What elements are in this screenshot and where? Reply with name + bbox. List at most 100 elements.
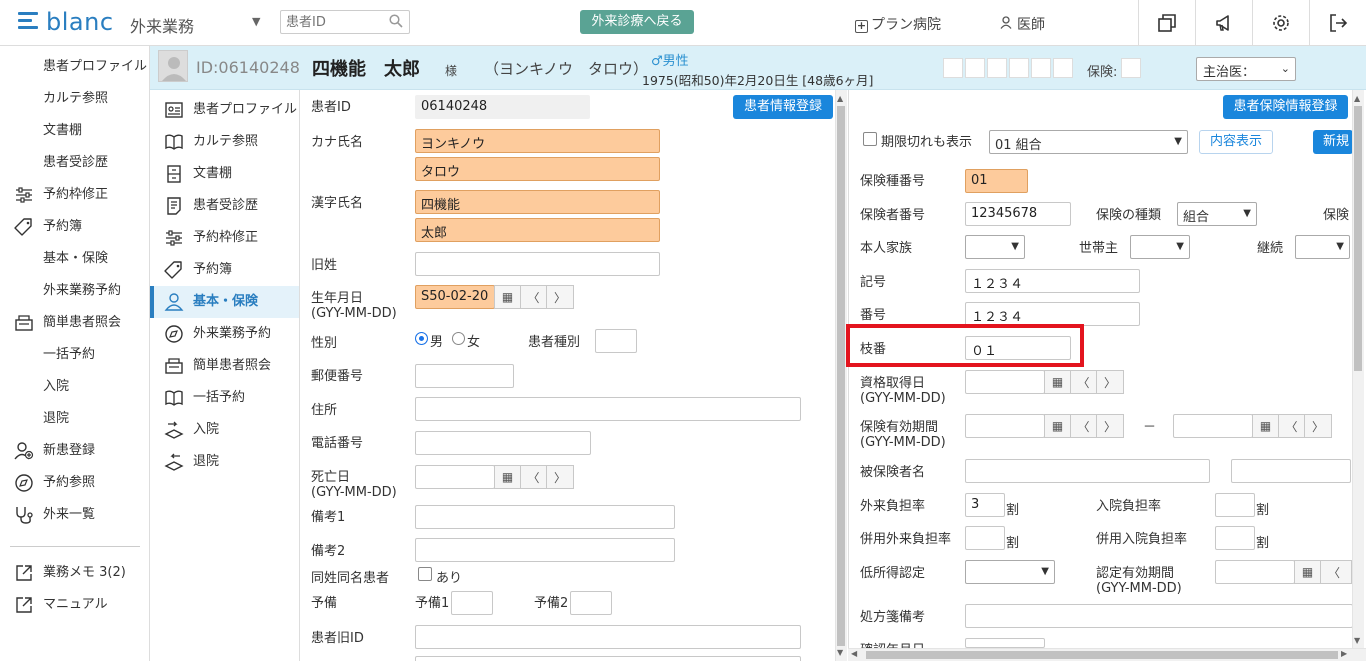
- keizoku-select[interactable]: ▼: [1295, 235, 1350, 259]
- leftnav-item-admission[interactable]: 入院: [0, 371, 149, 403]
- shohosen-field[interactable]: [965, 604, 1353, 628]
- patient-register-button[interactable]: 患者情報登録: [733, 95, 833, 119]
- search-input[interactable]: [281, 11, 381, 33]
- chevron-left-icon[interactable]: 〈: [1071, 415, 1097, 437]
- kakunin-field[interactable]: [965, 638, 1045, 648]
- chevron-right-icon[interactable]: 〉: [547, 466, 573, 488]
- form-scroll-thumb[interactable]: [837, 106, 845, 646]
- leftnav-item-outpatient-reservation[interactable]: 外来業務予約: [0, 275, 149, 307]
- setai-select[interactable]: ▼: [1130, 235, 1190, 259]
- insurance-scroll-thumb[interactable]: [1354, 106, 1362, 371]
- yuko-from-field[interactable]: [965, 414, 1045, 438]
- male-radio[interactable]: [415, 332, 428, 345]
- calendar-icon[interactable]: ▦: [1045, 415, 1071, 437]
- birth-field[interactable]: S50-02-20: [415, 285, 495, 309]
- nintei-field[interactable]: [1215, 560, 1295, 584]
- calendar-icon[interactable]: ▦: [1253, 415, 1279, 437]
- detail-button[interactable]: 内容表示: [1199, 130, 1273, 154]
- chevron-left-icon[interactable]: 〈: [1279, 415, 1305, 437]
- doctor-link[interactable]: 医師: [1000, 14, 1045, 34]
- leftnav-item-profile[interactable]: 患者プロファイル: [0, 51, 149, 83]
- yuko-to-field[interactable]: [1173, 414, 1253, 438]
- nyuin-field[interactable]: [1215, 493, 1255, 517]
- leftnav-item-visit-history[interactable]: 患者受診歴: [0, 147, 149, 179]
- kana-sei-field[interactable]: ヨンキノウ: [415, 129, 660, 153]
- teishotoku-select[interactable]: ▼: [965, 560, 1055, 584]
- mode-select[interactable]: 外来業務: [130, 13, 194, 37]
- phone-field[interactable]: [415, 431, 591, 455]
- leftnav-item-bulk-reservation[interactable]: 一括予約: [0, 339, 149, 371]
- old-id-field[interactable]: [415, 625, 801, 649]
- spare2-field[interactable]: [570, 591, 612, 615]
- scroll-up-icon[interactable]: ▲: [1354, 94, 1360, 103]
- back-to-clinic-button[interactable]: 外来診療へ戻る: [580, 10, 694, 34]
- calendar-icon[interactable]: ▦: [1295, 561, 1321, 583]
- insurance-hscroll-thumb[interactable]: [866, 651, 1338, 659]
- chevron-left-icon[interactable]: 〈: [521, 466, 547, 488]
- old-surname-field[interactable]: [415, 252, 660, 276]
- new-insurance-button[interactable]: 新規: [1313, 130, 1353, 154]
- same-name-checkbox[interactable]: [418, 567, 432, 581]
- honnin-select[interactable]: ▼: [965, 235, 1025, 259]
- hihoken-field[interactable]: [965, 459, 1210, 483]
- scroll-up-icon[interactable]: ▲: [837, 94, 843, 103]
- heiyo-gairai-field[interactable]: [965, 526, 1005, 550]
- insurance-kind-select[interactable]: 組合 ▼: [1177, 202, 1257, 226]
- subnav-label: 入院: [193, 422, 220, 437]
- scroll-left-icon[interactable]: ◀: [851, 649, 857, 658]
- expired-checkbox[interactable]: [863, 132, 877, 146]
- keizoku-label: 継続: [1257, 241, 1284, 256]
- scroll-right-icon[interactable]: ▶: [1341, 649, 1347, 658]
- kanji-mei-field[interactable]: 太郎: [415, 218, 660, 242]
- kanji-sei-field[interactable]: 四機能: [415, 190, 660, 214]
- next-field[interactable]: [415, 656, 801, 661]
- chevron-right-icon[interactable]: 〉: [547, 286, 573, 308]
- attending-doctor-select[interactable]: 主治医： ⌄: [1196, 57, 1296, 81]
- patient-search[interactable]: [280, 10, 410, 34]
- scroll-down-icon[interactable]: ▼: [837, 648, 843, 657]
- chevron-left-icon[interactable]: 〈: [1321, 561, 1347, 583]
- gear-icon[interactable]: [1252, 0, 1309, 45]
- leftnav-item-karte[interactable]: カルテ参照: [0, 83, 149, 115]
- postal-field[interactable]: [415, 364, 514, 388]
- logout-icon[interactable]: [1309, 0, 1366, 45]
- megaphone-icon[interactable]: [1195, 0, 1252, 45]
- search-icon[interactable]: [389, 14, 403, 28]
- calendar-icon[interactable]: ▦: [1045, 371, 1071, 393]
- shikaku-field[interactable]: [965, 370, 1045, 394]
- window-copy-icon[interactable]: [1138, 0, 1195, 45]
- patient-type-field[interactable]: [595, 329, 637, 353]
- postal-label: 郵便番号: [311, 369, 364, 384]
- hihoken-field-2[interactable]: [1231, 459, 1351, 483]
- note1-field[interactable]: [415, 505, 675, 529]
- leftnav-item-discharge[interactable]: 退院: [0, 403, 149, 435]
- chevron-left-icon[interactable]: 〈: [1071, 371, 1097, 393]
- chevron-right-icon[interactable]: 〉: [1097, 415, 1123, 437]
- insurer-no-field[interactable]: 12345678: [965, 202, 1071, 226]
- edaban-field[interactable]: ０１: [965, 336, 1071, 360]
- death-field[interactable]: [415, 465, 495, 489]
- calendar-icon[interactable]: ▦: [495, 286, 521, 308]
- insurance-select[interactable]: 01 組合 ▼: [989, 130, 1188, 154]
- leftnav-item-documents[interactable]: 文書棚: [0, 115, 149, 147]
- chevron-left-icon[interactable]: 〈: [521, 286, 547, 308]
- gairai-field[interactable]: 3: [965, 493, 1005, 517]
- bango-field[interactable]: １２３４: [965, 302, 1140, 326]
- kigo-field[interactable]: １２３４: [965, 269, 1140, 293]
- spare1-field[interactable]: [451, 591, 493, 615]
- note2-field[interactable]: [415, 538, 675, 562]
- female-radio[interactable]: [452, 332, 465, 345]
- chevron-down-icon[interactable]: ▼: [252, 15, 260, 28]
- chevron-right-icon[interactable]: 〉: [1305, 415, 1331, 437]
- chevron-right-icon[interactable]: 〉: [1097, 371, 1123, 393]
- type-no-field[interactable]: 01: [965, 169, 1028, 193]
- leftnav-item-basic-insurance[interactable]: 基本・保険: [0, 243, 149, 275]
- heiyo-nyuin-field[interactable]: [1215, 526, 1255, 550]
- scroll-down-icon[interactable]: ▼: [1354, 636, 1360, 645]
- address-field[interactable]: [415, 397, 801, 421]
- kana-mei-field[interactable]: タロウ: [415, 157, 660, 181]
- calendar-icon[interactable]: ▦: [495, 466, 521, 488]
- insurance-register-button[interactable]: 患者保険情報登録: [1223, 95, 1348, 119]
- hospital-link[interactable]: + プラン病院: [855, 14, 941, 34]
- app-logo[interactable]: blanc: [46, 8, 114, 36]
